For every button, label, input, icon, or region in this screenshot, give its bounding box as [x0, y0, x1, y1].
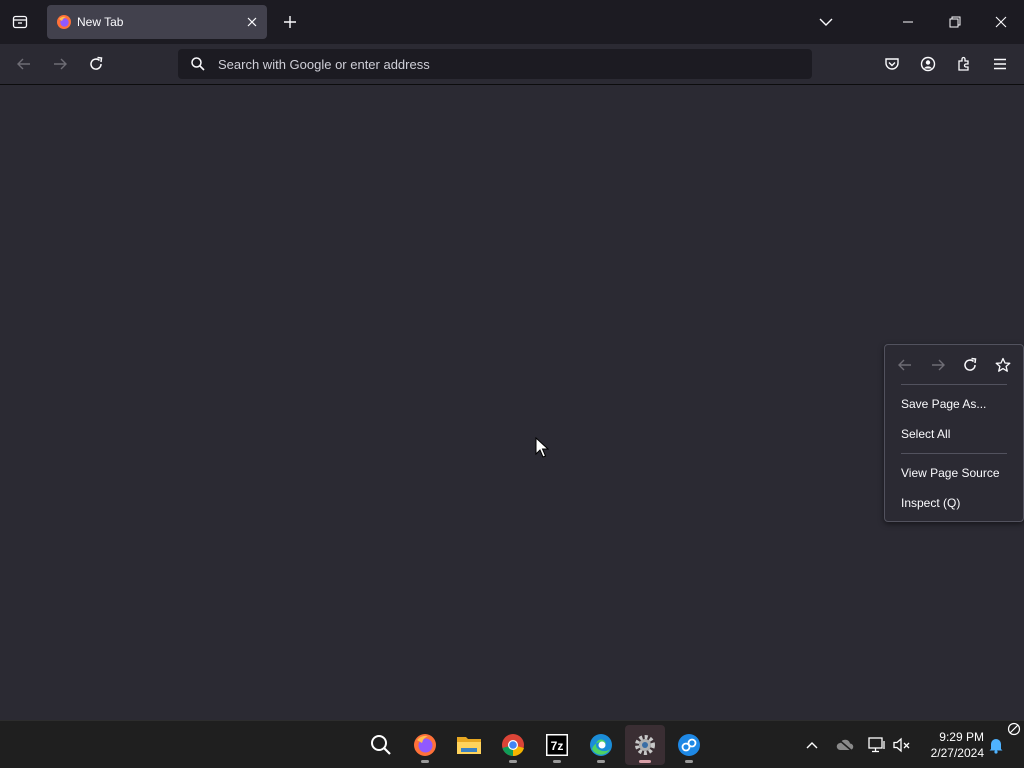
edge-icon [590, 734, 612, 756]
tab-close-button[interactable] [242, 12, 262, 32]
arrow-left-icon [17, 58, 30, 70]
forward-button[interactable] [46, 50, 74, 78]
network-icon [868, 737, 885, 753]
context-reload-button[interactable] [958, 353, 982, 377]
reload-button[interactable] [82, 50, 110, 78]
arrow-right-icon [932, 359, 945, 371]
context-forward-button[interactable] [926, 353, 950, 377]
settings-gear-icon [635, 735, 655, 755]
firefox-favicon-icon [57, 15, 71, 29]
taskbar: 7z 9:29 PM 2/27/2024 [0, 720, 1024, 768]
context-bookmark-button[interactable] [991, 353, 1015, 377]
clock-time: 9:29 PM [939, 730, 984, 744]
arrow-right-icon [54, 58, 67, 70]
running-indicator [509, 760, 517, 763]
hamburger-menu-icon [994, 58, 1006, 70]
back-button[interactable] [10, 50, 38, 78]
app-menu-button[interactable] [986, 50, 1014, 78]
volume-muted-icon [893, 737, 910, 753]
context-menu: Save Page As... Select All View Page Sou… [884, 344, 1024, 522]
context-menu-separator [901, 384, 1007, 385]
pocket-icon [885, 58, 899, 70]
list-all-tabs-button[interactable] [808, 4, 844, 40]
svg-text:7z: 7z [551, 739, 564, 753]
new-tab-button[interactable] [276, 8, 304, 36]
show-hidden-icons-button[interactable] [800, 733, 824, 757]
firefox-view-icon [12, 15, 28, 29]
context-back-button[interactable] [893, 353, 917, 377]
running-indicator [639, 760, 651, 763]
plus-icon [284, 16, 296, 28]
7zip-icon: 7z [546, 734, 568, 756]
url-input[interactable] [218, 53, 798, 75]
chevron-down-icon [819, 18, 833, 26]
taskbar-edge[interactable] [581, 725, 621, 765]
taskbar-file-explorer[interactable] [449, 725, 489, 765]
taskbar-chrome[interactable] [493, 725, 533, 765]
firefox-view-button[interactable] [6, 8, 34, 36]
mouse-cursor-icon [535, 437, 549, 458]
do-not-disturb-icon [1007, 722, 1021, 736]
network-tray-icon[interactable] [865, 733, 889, 757]
bell-icon [989, 739, 1003, 754]
tab-title: New Tab [77, 15, 124, 29]
search-icon [191, 57, 205, 71]
chrome-icon [502, 734, 524, 757]
taskbar-7zip[interactable]: 7z [537, 725, 577, 765]
taskbar-search-button[interactable] [361, 725, 401, 765]
reload-icon [90, 56, 103, 70]
taskbar-settings[interactable] [625, 725, 665, 765]
page-content[interactable] [0, 86, 1024, 720]
arrow-left-icon [898, 359, 911, 371]
minimize-icon [903, 21, 913, 23]
cloud-off-icon [836, 738, 854, 752]
pocket-button[interactable] [878, 50, 906, 78]
restore-icon [949, 16, 961, 28]
close-icon [995, 16, 1007, 28]
tab-strip: New Tab [0, 0, 1024, 44]
view-page-source-menu-item[interactable]: View Page Source [901, 466, 1000, 480]
url-bar[interactable] [178, 49, 812, 79]
taskbar-clock[interactable]: 9:29 PM 2/27/2024 [922, 729, 984, 761]
select-all-menu-item[interactable]: Select All [901, 427, 950, 441]
remote-app-icon [678, 734, 700, 756]
account-icon [920, 56, 936, 72]
extensions-button[interactable] [950, 50, 978, 78]
account-button[interactable] [914, 50, 942, 78]
search-icon [371, 735, 391, 755]
clock-date: 2/27/2024 [930, 746, 984, 760]
navigation-toolbar [0, 44, 1024, 85]
close-icon [247, 17, 257, 27]
context-menu-navigation [885, 345, 1023, 385]
running-indicator [421, 760, 429, 763]
context-menu-separator [901, 453, 1007, 454]
running-indicator [597, 760, 605, 763]
chevron-up-icon [806, 742, 818, 749]
file-explorer-icon [457, 737, 481, 754]
taskbar-remote-app[interactable] [669, 725, 709, 765]
running-indicator [685, 760, 693, 763]
minimize-button[interactable] [890, 4, 926, 40]
tab-new-tab[interactable]: New Tab [47, 5, 267, 39]
save-page-as-menu-item[interactable]: Save Page As... [901, 397, 986, 411]
firefox-icon [414, 734, 436, 756]
puzzle-icon [958, 56, 969, 71]
reload-icon [964, 357, 977, 371]
inspect-menu-item[interactable]: Inspect (Q) [901, 496, 960, 510]
onedrive-tray-icon[interactable] [833, 733, 857, 757]
star-icon [995, 357, 1011, 372]
running-indicator [553, 760, 561, 763]
close-window-button[interactable] [983, 4, 1019, 40]
focus-assist-icon[interactable] [1004, 719, 1024, 739]
volume-tray-icon[interactable] [890, 733, 914, 757]
taskbar-firefox[interactable] [405, 725, 445, 765]
restore-button[interactable] [937, 4, 973, 40]
